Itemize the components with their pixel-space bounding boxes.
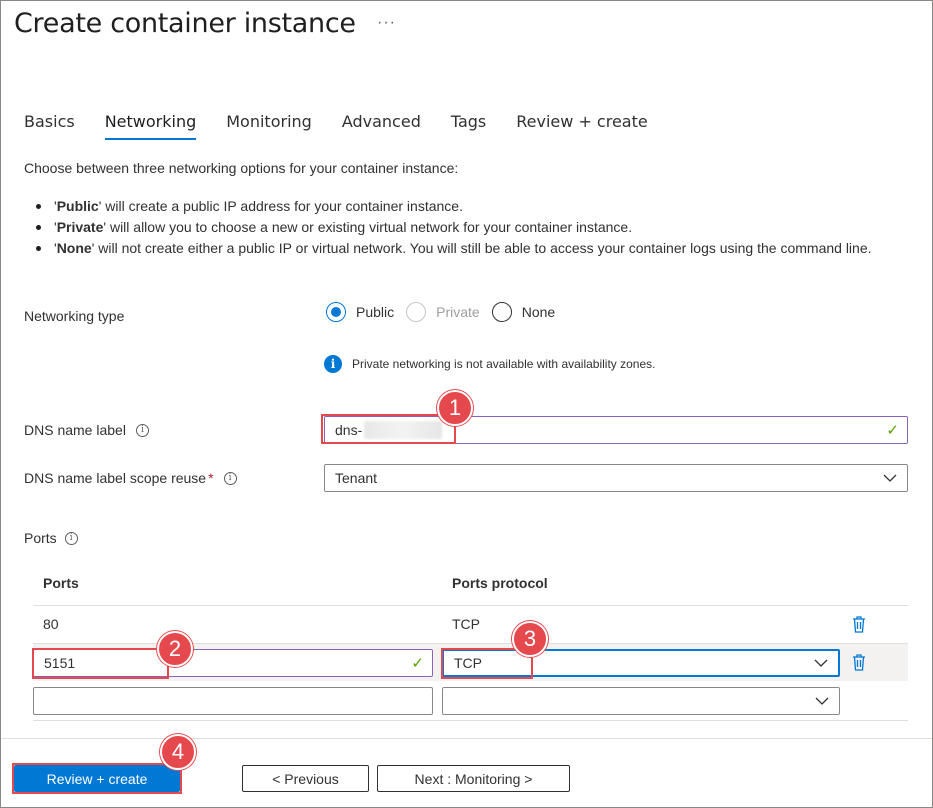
protocol-cell: TCP [452,616,480,632]
callout-badge-1: 1 [437,390,473,426]
ports-column-header: Ports [43,575,79,591]
redacted-value [364,421,443,439]
dns-name-label-label: DNS name label i [24,422,149,438]
tab-networking[interactable]: Networking [104,112,196,140]
select-value: TCP [454,655,482,671]
tab-bar: Basics Networking Monitoring Advanced Ta… [24,112,678,140]
networking-type-label: Networking type [24,308,125,324]
callout-badge-4: 4 [160,734,196,770]
protocol-column-header: Ports protocol [452,575,548,591]
radio-public[interactable]: Public [326,302,394,322]
tab-tags[interactable]: Tags [451,112,486,140]
page-title: Create container instance [14,8,356,39]
divider [33,605,908,606]
dns-scope-reuse-select[interactable]: Tenant [324,464,908,492]
radio-label: Public [356,304,395,320]
tab-basics[interactable]: Basics [24,112,75,140]
radio-label: Private [436,304,480,320]
review-create-button[interactable]: Review + create [14,765,180,792]
check-icon: ✓ [411,655,424,672]
chevron-down-icon [883,474,897,482]
dns-input-value: dns- [335,422,363,438]
required-asterisk: * [208,470,214,486]
radio-none[interactable]: None [491,302,556,322]
tab-advanced[interactable]: Advanced [342,112,421,140]
dns-scope-reuse-label: DNS name label scope reuse * i [24,470,237,486]
radio-label: None [521,304,556,320]
info-icon[interactable]: i [135,423,149,437]
networking-type-radio-group: Public Private None [326,302,567,322]
port-input-value: 5151 [44,655,76,671]
info-icon: i [324,355,342,373]
tab-review-create[interactable]: Review + create [516,112,647,140]
chevron-down-icon [814,659,828,667]
ports-section-label: Ports i [24,530,78,546]
tab-monitoring[interactable]: Monitoring [226,112,312,140]
info-icon[interactable]: i [223,471,237,485]
networking-options-list: 'Public' will create a public IP address… [36,196,904,259]
chevron-down-icon [815,697,829,705]
radio-unchecked-icon [491,302,512,322]
delete-row-icon[interactable] [851,615,867,633]
private-networking-note: i Private networking is not available wi… [324,355,656,373]
footer-divider [1,738,932,739]
check-icon: ✓ [886,422,899,439]
previous-button[interactable]: < Previous [242,765,369,792]
list-item: 'None' will not create either a public I… [36,238,904,259]
port-input[interactable]: 5151 ✓ [33,649,433,677]
list-item: 'Public' will create a public IP address… [36,196,904,217]
new-port-protocol-select[interactable] [442,687,840,715]
note-text: Private networking is not available with… [352,357,656,371]
callout-badge-3: 3 [512,621,548,657]
port-cell: 80 [43,616,59,632]
divider [33,720,908,721]
new-port-input[interactable] [33,687,433,715]
delete-row-icon[interactable] [851,653,867,671]
radio-private[interactable]: Private [406,302,480,322]
next-monitoring-button[interactable]: Next : Monitoring > [377,765,570,792]
info-icon[interactable]: i [64,531,78,545]
port-protocol-select[interactable]: TCP [442,649,840,677]
radio-unchecked-icon [406,302,427,322]
list-item: 'Private' will allow you to choose a new… [36,217,904,238]
networking-intro: Choose between three networking options … [24,160,459,176]
more-options-button[interactable]: ··· [377,14,396,32]
select-value: Tenant [335,470,378,486]
callout-badge-2: 2 [157,631,193,667]
dns-name-label-input[interactable]: dns- ✓ [324,416,908,444]
radio-checked-icon [326,302,346,322]
